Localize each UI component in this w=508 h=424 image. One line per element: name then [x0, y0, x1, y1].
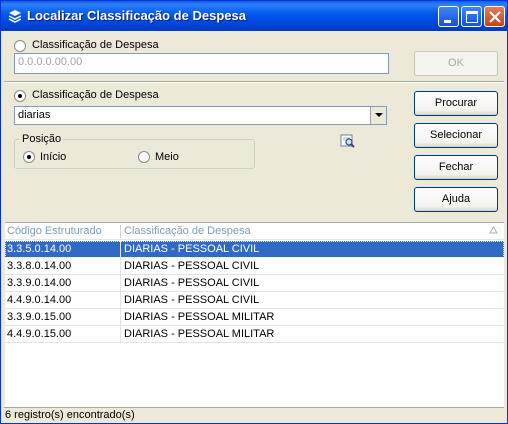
table-row[interactable]: 3.3.5.0.14.00 DIARIAS - PESSOAL CIVIL — [5, 241, 504, 258]
close-dialog-button[interactable]: Fechar — [414, 155, 498, 180]
table-row[interactable]: 4.4.9.0.15.00 DIARIAS - PESSOAL MILITAR — [5, 326, 504, 343]
focus-rectangle — [5, 241, 504, 258]
position-group-label: Posição — [20, 133, 64, 145]
select-button[interactable]: Selecionar — [414, 123, 498, 148]
dialog-body: Classificação de Despesa 0.0.0.0.00.00 O… — [4, 31, 504, 422]
cell-divider — [120, 258, 121, 275]
ok-button[interactable]: OK — [414, 51, 498, 76]
cell-name: DIARIAS - PESSOAL CIVIL — [124, 294, 260, 306]
column-divider[interactable] — [120, 225, 121, 238]
cell-code: 3.3.9.0.15.00 — [7, 311, 72, 323]
cell-code: 4.4.9.0.15.00 — [7, 328, 72, 340]
cell-name: DIARIAS - PESSOAL CIVIL — [124, 260, 260, 272]
column-header-code[interactable]: Código Estruturado — [7, 225, 102, 237]
status-bar: 6 registro(s) encontrado(s) — [4, 407, 504, 422]
position-start-radio[interactable] — [23, 151, 35, 163]
table-row[interactable]: 3.3.8.0.14.00 DIARIAS - PESSOAL CIVIL — [5, 258, 504, 275]
sort-ascending-icon — [489, 226, 498, 238]
cell-code: 3.3.8.0.14.00 — [7, 260, 72, 272]
close-icon — [489, 11, 501, 23]
stack-icon — [7, 8, 23, 24]
dialog-window: Localizar Classificação de Despesa Class… — [0, 0, 508, 424]
chevron-down-icon[interactable] — [370, 107, 386, 124]
minimize-icon — [444, 20, 451, 23]
cell-divider — [120, 275, 121, 292]
minimize-button[interactable] — [438, 6, 459, 27]
window-title: Localizar Classificação de Despesa — [27, 8, 246, 23]
code-field[interactable]: 0.0.0.0.00.00 — [14, 53, 389, 74]
cell-name: DIARIAS - PESSOAL MILITAR — [124, 311, 275, 323]
name-combo[interactable]: diarias — [14, 106, 387, 125]
cell-divider — [120, 292, 121, 309]
column-header-name[interactable]: Classificação de Despesa — [124, 225, 251, 237]
code-search-radio[interactable] — [14, 40, 26, 52]
status-text: 6 registro(s) encontrado(s) — [5, 409, 135, 421]
maximize-icon — [466, 11, 478, 23]
name-combo-value: diarias — [18, 109, 51, 121]
table-row[interactable]: 4.4.9.0.14.00 DIARIAS - PESSOAL CIVIL — [5, 292, 504, 309]
position-middle-label: Meio — [155, 151, 179, 163]
name-search-label: Classificação de Despesa — [32, 89, 159, 101]
cell-divider — [120, 309, 121, 326]
cell-code: 3.3.9.0.14.00 — [7, 277, 72, 289]
help-button[interactable]: Ajuda — [414, 187, 498, 212]
position-start-label: Início — [40, 151, 67, 163]
position-middle-radio[interactable] — [138, 151, 150, 163]
grid-header: Código Estruturado Classificação de Desp… — [5, 223, 504, 240]
title-bar[interactable]: Localizar Classificação de Despesa — [1, 1, 507, 31]
table-row[interactable]: 3.3.9.0.14.00 DIARIAS - PESSOAL CIVIL — [5, 275, 504, 292]
close-button[interactable] — [484, 6, 505, 27]
code-search-label: Classificação de Despesa — [32, 39, 159, 51]
cell-name: DIARIAS - PESSOAL MILITAR — [124, 328, 275, 340]
cell-name: DIARIAS - PESSOAL CIVIL — [124, 277, 260, 289]
divider — [4, 81, 504, 83]
cell-code: 4.4.9.0.14.00 — [7, 294, 72, 306]
magnifier-icon[interactable] — [340, 133, 356, 149]
search-button[interactable]: Procurar — [414, 91, 498, 116]
name-search-radio[interactable] — [14, 90, 26, 102]
maximize-button[interactable] — [461, 6, 482, 27]
cell-divider — [120, 326, 121, 343]
table-row[interactable]: 3.3.9.0.15.00 DIARIAS - PESSOAL MILITAR — [5, 309, 504, 326]
results-grid[interactable]: Código Estruturado Classificação de Desp… — [5, 222, 504, 407]
